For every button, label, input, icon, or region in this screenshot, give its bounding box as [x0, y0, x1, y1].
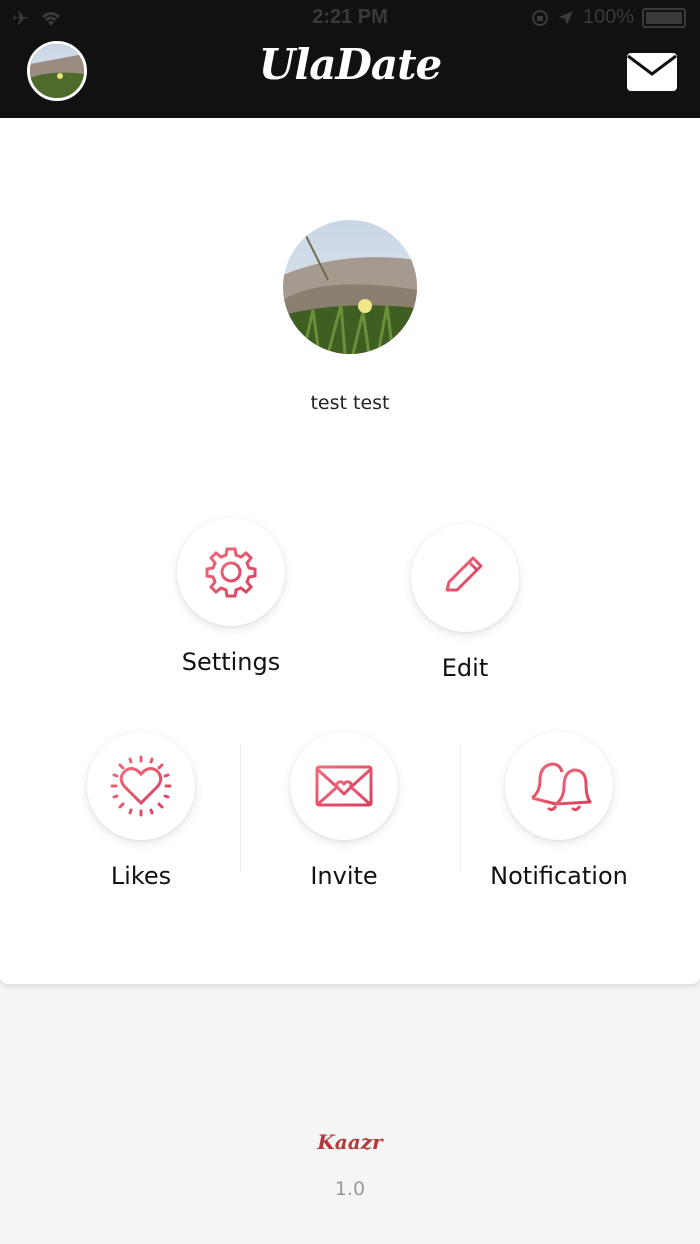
invite-button[interactable]: Invite	[281, 732, 407, 890]
notification-button[interactable]: Notification	[480, 732, 638, 890]
likes-circle[interactable]	[87, 732, 195, 840]
invite-label: Invite	[310, 862, 378, 890]
status-bar: ✈ 2:21 PM 100%	[0, 0, 700, 36]
gear-icon	[205, 547, 257, 598]
profile-card: test test Settings Edit Likes Invite Not…	[0, 118, 700, 984]
invite-circle[interactable]	[290, 732, 398, 840]
settings-button[interactable]: Settings	[168, 518, 294, 676]
edit-button[interactable]: Edit	[402, 524, 528, 682]
settings-circle[interactable]	[177, 518, 285, 626]
orientation-lock-icon	[531, 9, 548, 26]
battery-percent: 100%	[582, 6, 634, 28]
location-icon	[558, 10, 573, 25]
notification-circle[interactable]	[505, 732, 613, 840]
battery-icon	[642, 7, 686, 28]
app-title: UlaDate	[258, 40, 443, 89]
edit-circle[interactable]	[411, 524, 519, 632]
messages-button[interactable]	[626, 52, 678, 92]
edit-label: Edit	[441, 654, 489, 682]
love-letter-icon	[315, 765, 373, 807]
settings-label: Settings	[181, 648, 281, 676]
envelope-icon	[627, 53, 677, 91]
likes-button[interactable]: Likes	[78, 732, 204, 890]
profile-name: test test	[310, 392, 390, 414]
profile-image	[283, 220, 417, 354]
bell-icon	[531, 762, 592, 812]
app-version: 1.0	[334, 1178, 366, 1200]
divider	[460, 744, 461, 872]
divider	[240, 744, 241, 872]
likes-label: Likes	[110, 862, 172, 890]
heart-icon	[110, 755, 172, 817]
pencil-icon	[443, 556, 487, 600]
notification-label: Notification	[490, 862, 628, 890]
footer-brand: Kaazr	[317, 1130, 383, 1154]
nav-bar: UlaDate	[0, 36, 700, 118]
profile-photo[interactable]	[283, 220, 417, 354]
